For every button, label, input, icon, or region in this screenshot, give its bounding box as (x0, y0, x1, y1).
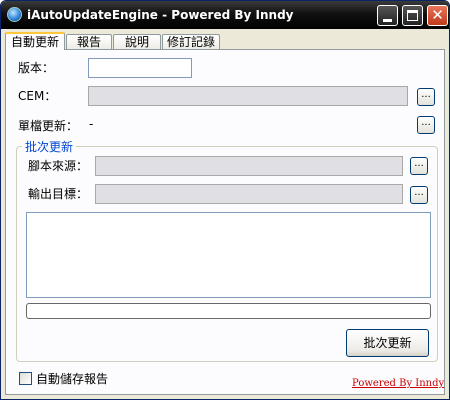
powered-by-link[interactable]: Powered By Inndy (352, 378, 444, 389)
cem-browse-button[interactable]: ... (417, 88, 435, 106)
single-update-label: 單檔更新： (18, 119, 79, 133)
script-source-label: 腳本來源： (28, 159, 89, 173)
tab-auto-update[interactable]: 自動更新 (5, 32, 65, 50)
autosave-checkbox[interactable] (19, 372, 32, 385)
batch-log-textarea[interactable] (26, 212, 431, 298)
version-label: 版本： (18, 61, 55, 75)
app-window: iAutoUpdateEngine - Powered By Inndy ✕ 自… (0, 0, 450, 400)
batch-progress-bar (26, 303, 431, 319)
tab-report[interactable]: 報告 (66, 34, 112, 50)
maximize-icon (407, 10, 418, 21)
output-dir-label: 輸出目標： (28, 187, 89, 201)
script-source-browse-button[interactable]: ... (410, 157, 428, 175)
cem-field[interactable] (88, 86, 408, 106)
autosave-label[interactable]: 自動儲存報告 (36, 370, 108, 387)
script-source-field[interactable] (95, 156, 403, 176)
output-dir-browse-button[interactable]: ... (410, 186, 428, 204)
close-button[interactable]: ✕ (427, 5, 448, 26)
tab-panel: 版本： CEM： ... 單檔更新： - ... 批次更新 腳本來源： ... … (5, 49, 445, 395)
output-dir-field[interactable] (95, 184, 403, 204)
tab-help[interactable]: 說明 (113, 34, 161, 50)
close-icon: ✕ (431, 6, 444, 24)
version-field[interactable] (88, 58, 192, 78)
minimize-icon (383, 19, 392, 22)
single-update-value: - (89, 117, 94, 131)
minimize-button[interactable] (377, 5, 398, 26)
maximize-button[interactable] (402, 5, 423, 26)
cem-label: CEM： (18, 89, 57, 103)
batch-update-button[interactable]: 批次更新 (346, 329, 429, 357)
tab-changelog[interactable]: 修訂記錄 (162, 34, 220, 50)
window-title: iAutoUpdateEngine - Powered By Inndy (27, 8, 294, 22)
single-update-browse-button[interactable]: ... (417, 116, 435, 134)
title-bar[interactable]: iAutoUpdateEngine - Powered By Inndy ✕ (1, 1, 449, 29)
batch-group-title: 批次更新 (22, 138, 77, 155)
app-icon (7, 7, 22, 22)
